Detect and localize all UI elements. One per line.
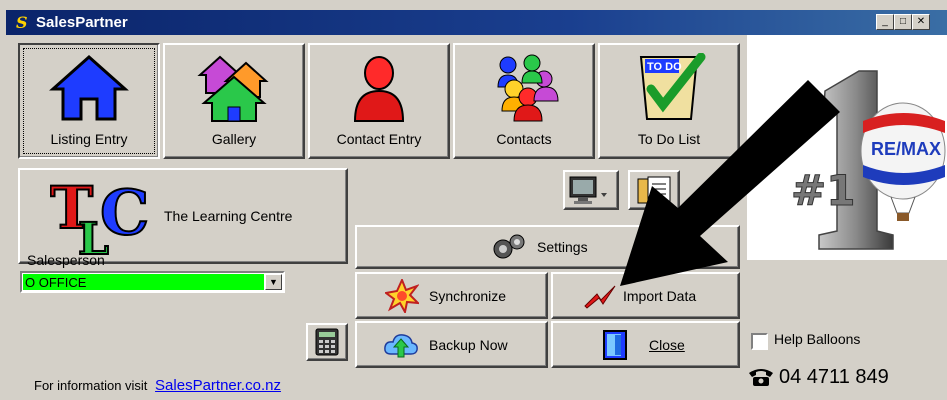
close-window-button[interactable]: ✕ — [912, 14, 930, 30]
settings-button[interactable]: Settings — [355, 225, 740, 269]
settings-label: Settings — [537, 239, 588, 255]
backup-now-button[interactable]: Backup Now — [355, 321, 548, 368]
help-balloons-label: Help Balloons — [774, 331, 861, 347]
svg-text:TO DO: TO DO — [647, 61, 682, 73]
gears-icon — [493, 234, 525, 259]
person-icon — [353, 56, 405, 122]
listing-entry-label: Listing Entry — [50, 131, 128, 147]
synchronize-button[interactable]: Synchronize — [355, 272, 548, 319]
app-logo-icon: S — [16, 13, 28, 32]
window-title: SalesPartner — [36, 14, 128, 31]
cloud-upload-icon — [384, 333, 418, 357]
display-dropdown-button[interactable] — [563, 170, 619, 210]
contacts-button[interactable]: Contacts — [453, 43, 595, 159]
help-balloons-checkbox[interactable] — [751, 333, 768, 350]
synchronize-label: Synchronize — [429, 287, 507, 304]
phone-number: 04 4711 849 — [779, 366, 889, 388]
starburst-icon — [385, 278, 419, 313]
tlc-logo-icon: T L C — [50, 176, 150, 256]
website-link[interactable]: SalesPartner.co.nz — [155, 377, 281, 394]
minimize-button[interactable]: _ — [876, 14, 894, 30]
calculator-button[interactable] — [306, 323, 348, 361]
salesperson-select[interactable]: O OFFICE ▼ — [20, 271, 285, 293]
lightning-icon — [584, 285, 616, 309]
backup-now-label: Backup Now — [429, 336, 508, 353]
import-data-label: Import Data — [623, 287, 697, 304]
close-button[interactable]: Close — [551, 321, 740, 368]
contact-entry-label: Contact Entry — [336, 131, 422, 147]
paste-clipboard-icon — [637, 176, 671, 206]
salesperson-label: Salesperson — [27, 252, 105, 268]
footer-info: For information visit SalesPartner.co.nz — [34, 377, 281, 394]
close-label: Close — [649, 336, 685, 353]
contacts-label: Contacts — [496, 131, 552, 147]
svg-text:#1: #1 — [791, 166, 855, 215]
remax-number-one-logo: #1 RE/MAX — [791, 70, 946, 250]
maximize-button[interactable]: □ — [894, 14, 912, 30]
telephone-icon — [749, 369, 773, 386]
gallery-label: Gallery — [211, 131, 257, 147]
clipboard-button[interactable] — [628, 170, 680, 210]
houses-icon — [197, 55, 269, 122]
calculator-icon — [315, 328, 339, 356]
import-data-button[interactable]: Import Data — [551, 272, 740, 319]
learning-centre-label: The Learning Centre — [164, 208, 293, 224]
todo-icon: TO DO — [639, 53, 706, 120]
contact-entry-button[interactable]: Contact Entry — [308, 43, 450, 159]
brand-image: #1 RE/MAX — [747, 35, 947, 260]
door-exit-icon — [603, 329, 627, 360]
house-icon — [49, 54, 129, 121]
salesperson-value: O OFFICE — [23, 274, 264, 290]
listing-entry-button[interactable]: Listing Entry — [18, 43, 160, 159]
chevron-down-icon[interactable]: ▼ — [265, 274, 282, 290]
to-do-list-label: To Do List — [637, 131, 701, 147]
learning-centre-button[interactable]: T L C The Learning Centre — [18, 168, 348, 264]
monitor-icon — [569, 176, 607, 204]
people-icon — [497, 54, 559, 122]
footer-text: For information visit — [34, 378, 148, 393]
title-bar[interactable]: S SalesPartner _ □ ✕ — [6, 10, 947, 35]
gallery-button[interactable]: Gallery — [163, 43, 305, 159]
to-do-list-button[interactable]: TO DO To Do List — [598, 43, 740, 159]
svg-text:RE/MAX: RE/MAX — [871, 139, 941, 159]
svg-text:C: C — [100, 176, 149, 249]
